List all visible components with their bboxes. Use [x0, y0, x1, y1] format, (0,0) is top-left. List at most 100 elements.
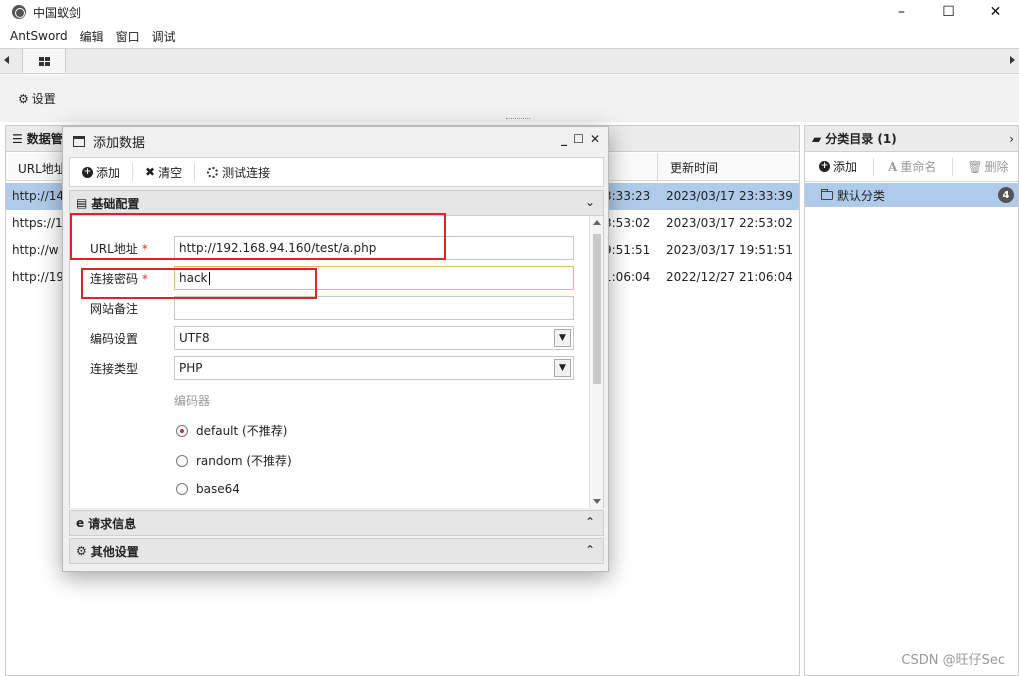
resize-grip[interactable]: [506, 118, 530, 120]
settings-button[interactable]: ⚙ 设置: [18, 90, 56, 107]
column-header-updated[interactable]: 更新时间: [657, 153, 718, 181]
category-header: ▰ 分类目录 (1) ›: [805, 126, 1018, 152]
menu-antsword[interactable]: AntSword: [0, 29, 74, 43]
row-created: 3:53:02: [604, 216, 651, 230]
category-delete-label: 删除: [984, 160, 1009, 174]
folder-open-icon: [821, 188, 833, 200]
dialog-minimize-button[interactable]: _: [561, 132, 567, 146]
section-request-header[interactable]: e 请求信息 ⌃: [69, 510, 604, 536]
row-updated: 2023/03/17 23:33:39: [666, 189, 793, 203]
antsword-logo-icon: [12, 5, 26, 19]
data-manager-title: 数据管: [26, 132, 63, 146]
title-bar: 中国蚁剑 – ☐ ✕: [0, 0, 1019, 24]
category-add-button[interactable]: + 添加: [819, 158, 857, 175]
row-created: 9:51:51: [604, 243, 651, 257]
encoder-option-random[interactable]: random (不推荐): [176, 452, 292, 469]
category-count-badge: 4: [998, 187, 1014, 203]
dialog-close-button[interactable]: ✕: [590, 132, 600, 146]
encoder-label: 编码器: [174, 394, 211, 408]
chevron-down-icon[interactable]: ▼: [554, 359, 571, 377]
section-basic-header[interactable]: ▤ 基础配置 ⌄: [69, 190, 604, 216]
menu-edit[interactable]: 编辑: [74, 28, 110, 45]
window-icon: [73, 135, 85, 147]
close-button[interactable]: ✕: [972, 0, 1019, 24]
scroll-thumb[interactable]: [593, 234, 601, 384]
menu-debug[interactable]: 调试: [146, 28, 182, 45]
category-item-label: 默认分类: [837, 188, 886, 203]
minimize-button[interactable]: –: [878, 0, 925, 24]
encoding-label: 编码设置: [90, 332, 139, 346]
row-url: http://19: [12, 270, 65, 284]
url-input[interactable]: http://192.168.94.160/test/a.php: [174, 236, 574, 260]
category-delete-button[interactable]: 🗑 删除: [967, 158, 1008, 175]
folder-icon: ▰: [812, 131, 822, 146]
main-toolbar: ⚙ 设置: [0, 75, 1019, 122]
chevron-down-icon[interactable]: ▼: [554, 329, 571, 347]
category-item-default[interactable]: 默认分类 4: [805, 183, 1018, 207]
category-rename-button[interactable]: A 重命名: [888, 158, 936, 175]
radio-unchecked[interactable]: [176, 483, 188, 495]
window-title: 中国蚁剑: [33, 5, 82, 20]
required-mark: *: [141, 242, 148, 256]
scroll-down-icon[interactable]: [593, 499, 601, 504]
encoder-option-default[interactable]: default (不推荐): [176, 422, 287, 439]
category-add-label: 添加: [833, 160, 858, 174]
gear-icon: ⚙: [18, 91, 29, 106]
dialog-test-label: 测试连接: [222, 165, 271, 180]
tab-scroll-right-icon[interactable]: [1010, 56, 1015, 64]
dialog-maximize-button[interactable]: ☐: [573, 132, 584, 146]
dialog-title-bar[interactable]: 添加数据 _ ☐ ✕: [63, 127, 608, 155]
category-panel: ▰ 分类目录 (1) › + 添加 A 重命名 🗑 删除 默认分类 4: [804, 125, 1019, 676]
plus-circle-icon: +: [82, 166, 93, 178]
encoding-select[interactable]: UTF8 ▼: [174, 326, 574, 350]
dialog-clear-label: 清空: [158, 165, 183, 180]
dialog-add-label: 添加: [96, 165, 121, 180]
row-url: http://14: [12, 189, 65, 203]
list-icon: ☰: [12, 131, 23, 146]
toolbar-divider: [952, 157, 954, 176]
chevron-right-icon[interactable]: ›: [1009, 132, 1014, 146]
note-input[interactable]: [174, 296, 574, 320]
password-input[interactable]: hack: [174, 266, 574, 290]
row-url: https://1: [12, 216, 63, 230]
add-data-dialog: 添加数据 _ ☐ ✕ + 添加 ✖ 清空 测试连接 ▤ 基础配置 ⌄ URL地址…: [62, 126, 609, 572]
encoder-option-base64[interactable]: base64: [176, 482, 240, 496]
row-updated: 2023/03/17 22:53:02: [666, 216, 793, 230]
menu-window[interactable]: 窗口: [110, 28, 146, 45]
scroll-up-icon[interactable]: [593, 220, 601, 225]
tab-home[interactable]: [22, 49, 66, 73]
chevron-up-icon: ⌃: [584, 515, 595, 529]
scrollbar[interactable]: [589, 216, 603, 508]
toolbar-divider: [132, 163, 134, 181]
dialog-clear-button[interactable]: ✖ 清空: [145, 164, 182, 181]
basic-config-body: URL地址 * http://192.168.94.160/test/a.php …: [69, 216, 604, 508]
row-updated: 2022/12/27 21:06:04: [666, 270, 793, 284]
type-label: 连接类型: [90, 362, 139, 376]
gears-icon: ⚙: [76, 544, 87, 558]
section-other-header[interactable]: ⚙ 其他设置 ⌃: [69, 538, 604, 564]
note-label: 网站备注: [90, 302, 139, 316]
maximize-button[interactable]: ☐: [925, 0, 972, 24]
row-updated: 2023/03/17 19:51:51: [666, 243, 793, 257]
column-header-url[interactable]: URL地址: [18, 160, 66, 177]
settings-label: 设置: [31, 92, 56, 106]
type-value: PHP: [179, 361, 203, 375]
section-other-title: 其他设置: [90, 544, 139, 559]
type-select[interactable]: PHP ▼: [174, 356, 574, 380]
dialog-add-button[interactable]: + 添加: [82, 164, 120, 181]
encoder-option-label: base64: [196, 482, 240, 496]
category-toolbar: + 添加 A 重命名 🗑 删除: [805, 152, 1018, 182]
encoder-option-label: default (不推荐): [196, 424, 288, 438]
dialog-title: 添加数据: [93, 135, 146, 151]
font-icon: A: [888, 159, 898, 174]
radio-checked[interactable]: [176, 424, 188, 437]
password-value: hack: [179, 271, 208, 285]
section-request-title: 请求信息: [88, 516, 137, 531]
tab-scroll-left-icon[interactable]: [4, 56, 9, 64]
dialog-test-connection-button[interactable]: 测试连接: [207, 164, 270, 181]
dialog-controls: _ ☐ ✕: [561, 132, 600, 146]
chevron-down-icon: ⌄: [584, 195, 595, 209]
e-icon: e: [76, 516, 85, 530]
spinner-icon: [207, 166, 219, 178]
radio-unchecked[interactable]: [176, 454, 188, 467]
